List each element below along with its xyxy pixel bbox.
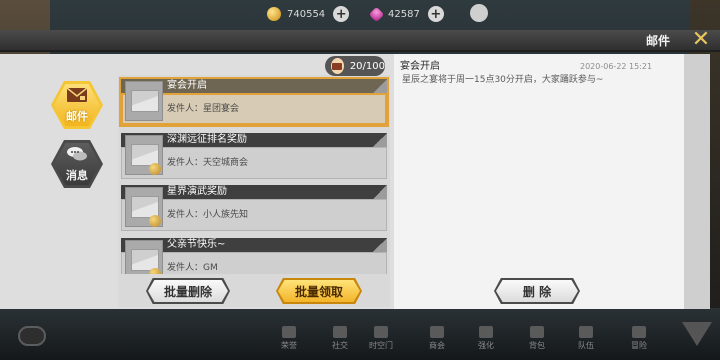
gold-amount: 740554 [287, 8, 326, 20]
nav-item[interactable]: 时空门 [366, 326, 396, 351]
mail-item[interactable]: 父亲节快乐~ 发件人：GM [121, 238, 387, 274]
detail-title: 宴会开启 [400, 61, 440, 72]
mail-sender: 发件人：天空城商会 [167, 158, 249, 168]
window-title: 邮件 [645, 34, 670, 48]
portal-icon [374, 326, 388, 338]
mailbox-icon [329, 56, 346, 76]
gem-amount: 42587 [388, 8, 420, 20]
mail-title: 星界演武奖励 [167, 186, 227, 197]
mail-count-badge: 20/100 [325, 56, 385, 76]
bottom-nav-bar [0, 308, 720, 360]
mail-item[interactable]: 星界演武奖励 发件人：小人族先知 [121, 185, 387, 231]
mail-title: 父亲节快乐~ [167, 239, 226, 250]
detail-date: 2020-06-22 15:21 [580, 62, 653, 71]
nav-item[interactable]: 强化 [471, 326, 501, 351]
team-icon [579, 326, 593, 338]
mail-title: 宴会开启 [167, 80, 207, 91]
detail-body: 星辰之宴将于周一15点30分开启，大家踊跃参与~ [402, 75, 604, 85]
nav-item[interactable]: 队伍 [571, 326, 601, 351]
nav-item[interactable]: 商会 [422, 326, 452, 351]
mail-sender: 发件人：星团宴会 [167, 104, 240, 114]
mail-count: 20/100 [349, 60, 385, 72]
gold-currency: 740554 + [267, 4, 350, 24]
add-gem-button[interactable]: + [427, 6, 444, 22]
chat-icon[interactable] [18, 326, 46, 346]
tab-mail-label: 邮件 [66, 109, 88, 123]
mail-item[interactable]: 宴会开启 发件人：星团宴会 [121, 79, 387, 125]
attachment-seal-icon [149, 163, 161, 175]
social-icon [333, 326, 347, 338]
mail-item[interactable]: 深渊远征排名奖励 发件人：天空城商会 [121, 133, 387, 179]
shop-icon [430, 326, 444, 338]
gem-currency: 42587 + [368, 4, 444, 24]
gem-icon [368, 6, 385, 22]
scrollbar-track[interactable] [684, 54, 710, 309]
batch-collect-button[interactable]: 批量领取 [276, 278, 362, 304]
enhance-icon [479, 326, 493, 338]
nav-item[interactable]: 冒险 [624, 326, 654, 351]
tab-messages-label: 消息 [66, 168, 88, 182]
window-header [0, 30, 720, 52]
nav-item[interactable]: 荣誉 [274, 326, 304, 351]
top-menu-icon[interactable] [470, 4, 488, 22]
envelope-icon [66, 86, 88, 107]
mail-title: 深渊远征排名奖励 [167, 134, 247, 145]
attachment-seal-icon [149, 268, 161, 274]
adventure-icon [632, 326, 646, 338]
mail-sender: 发件人：小人族先知 [167, 210, 249, 220]
nav-item[interactable]: 社交 [325, 326, 355, 351]
backpack-icon [530, 326, 544, 338]
honor-icon [282, 326, 296, 338]
delete-button[interactable]: 删 除 [494, 278, 580, 304]
envelope-thumbnail-icon [125, 81, 163, 121]
batch-delete-button[interactable]: 批量删除 [146, 278, 230, 304]
nav-item[interactable]: 背包 [522, 326, 552, 351]
gold-coin-icon [267, 7, 281, 21]
mail-sender: 发件人：GM [167, 263, 218, 273]
attachment-seal-icon [149, 215, 161, 227]
chat-bubbles-icon [66, 146, 88, 166]
close-button[interactable]: ✕ [690, 29, 712, 51]
mail-detail-pane [394, 54, 684, 309]
add-gold-button[interactable]: + [333, 6, 350, 22]
